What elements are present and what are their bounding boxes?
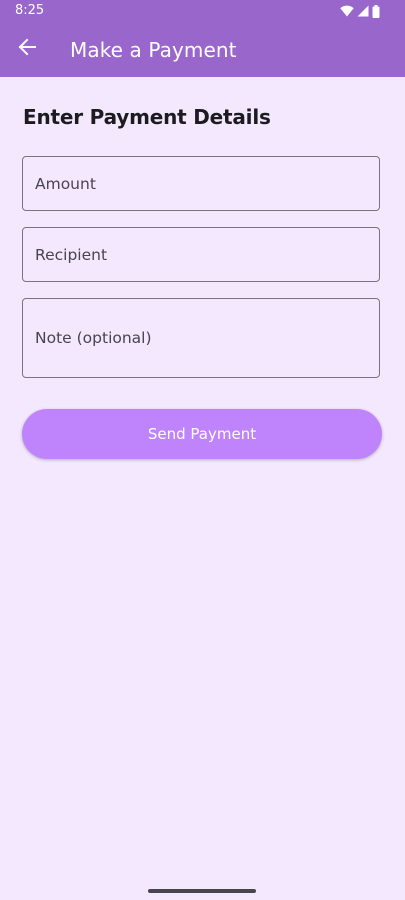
battery-icon [372, 4, 380, 18]
form-heading: Enter Payment Details [23, 105, 271, 129]
send-payment-button[interactable]: Send Payment [22, 409, 382, 459]
home-indicator[interactable] [148, 889, 256, 893]
amount-field-label: Amount [35, 175, 96, 193]
amount-field[interactable]: Amount [22, 156, 380, 211]
arrow-left-icon [18, 38, 36, 61]
note-field[interactable]: Note (optional) [22, 298, 380, 378]
wifi-icon [340, 5, 354, 17]
page-title: Make a Payment [70, 38, 237, 62]
status-time: 8:25 [15, 3, 45, 18]
note-field-label: Note (optional) [35, 329, 152, 347]
back-button[interactable] [8, 30, 46, 68]
recipient-field[interactable]: Recipient [22, 227, 380, 282]
app-bar: Make a Payment [0, 22, 405, 77]
status-bar: 8:25 [0, 0, 405, 22]
signal-icon [357, 5, 369, 17]
status-icons [340, 4, 380, 18]
send-payment-button-label: Send Payment [147, 425, 257, 443]
recipient-field-label: Recipient [35, 246, 108, 264]
